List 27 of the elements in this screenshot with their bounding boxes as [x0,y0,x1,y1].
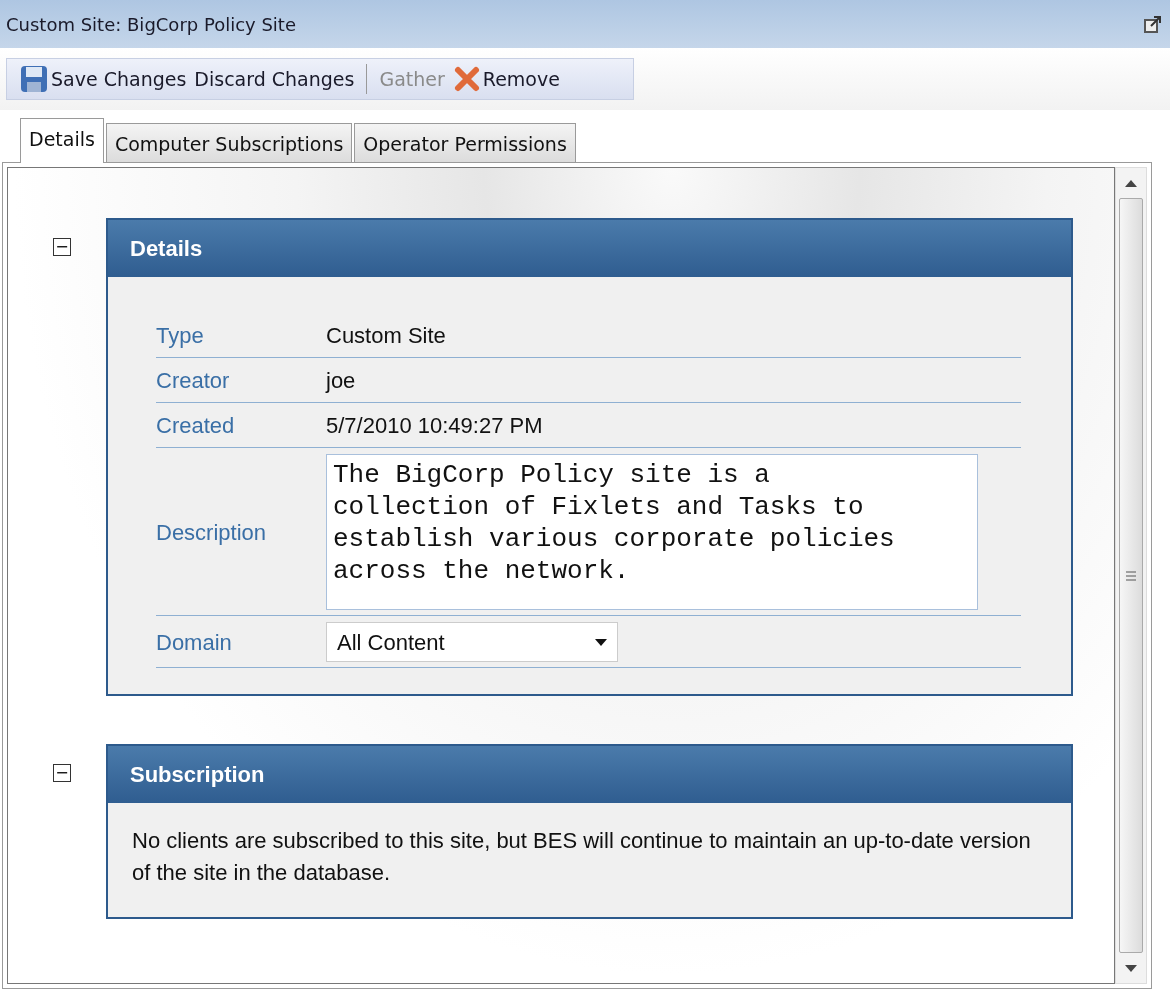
collapse-button[interactable]: − [53,764,71,782]
domain-dropdown[interactable]: All Content [326,622,618,662]
caret-icon [595,638,607,646]
field-label: Created [156,412,236,440]
tab[interactable]: Operator Permissions [354,122,576,162]
field-label: Creator [156,367,231,395]
toolbar-button[interactable]: Discard Changes [190,64,359,94]
toolbar-button[interactable]: Remove [448,64,564,94]
section-text: No clients are subscribed to this site, but BES will continue to maintain an up-to-date version of the site in the database. [131,827,1032,887]
field-value: Custom Site [326,322,446,350]
tab[interactable]: Details [20,117,104,163]
field-label: Description [156,518,268,547]
toolbar-button[interactable]: Save Changes [15,64,191,94]
scroll-down-icon[interactable] [1125,964,1137,972]
window-title: Custom Site: BigCorp Policy Site [6,12,296,37]
scroll-thumb[interactable] [1119,198,1143,953]
field-value: joe [326,367,356,395]
section-header: Details [108,220,1071,277]
collapse-button[interactable]: − [53,238,71,256]
close-icon [452,65,481,93]
field-label: Domain [156,628,233,657]
tab[interactable]: Computer Subscriptions [105,122,353,162]
field-value: 5/7/2010 10:49:27 PM [326,412,543,440]
scroll-up-icon[interactable] [1125,179,1137,187]
field-label: Type [156,322,205,350]
section-header: Subscription [108,746,1071,803]
description-field[interactable]: The BigCorp Policy site is a collection of Fixlets and Tasks to establish various corporate policies across the network. [326,454,978,610]
